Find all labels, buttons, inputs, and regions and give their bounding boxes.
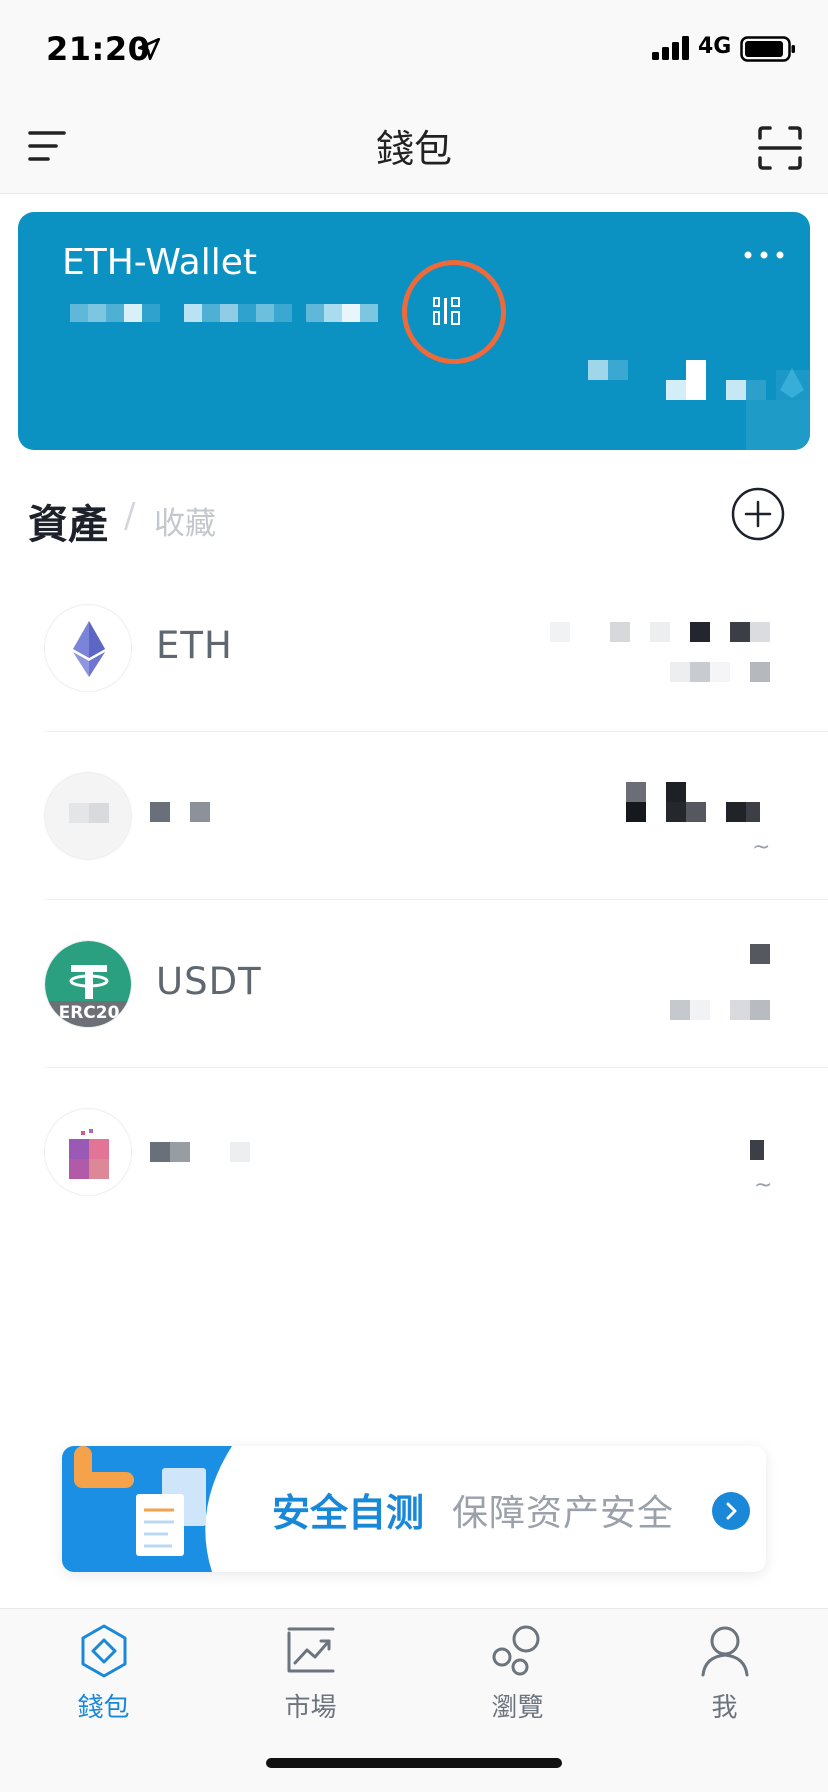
battery-icon xyxy=(740,36,795,62)
asset-balance: ~ xyxy=(750,1140,772,1198)
network-label: 4G xyxy=(698,34,732,59)
assets-header: 資產 / 收藏 xyxy=(0,480,828,560)
erc20-badge: ERC20 xyxy=(58,1003,120,1023)
tab-browse[interactable]: 瀏覽 xyxy=(414,1609,621,1729)
asset-row-usdt[interactable]: ERC20 USDT xyxy=(0,900,828,1068)
wallet-card[interactable]: ETH-Wallet xyxy=(18,212,810,450)
wallet-balance xyxy=(588,360,810,450)
token-icon xyxy=(44,1108,132,1196)
market-chart-icon xyxy=(287,1627,335,1673)
tab-separator: / xyxy=(124,496,136,536)
tab-label: 市場 xyxy=(284,1693,337,1723)
tab-label: 我 xyxy=(711,1693,738,1723)
home-indicator[interactable] xyxy=(266,1758,562,1768)
wallet-name: ETH-Wallet xyxy=(62,242,257,283)
asset-balance: ~ xyxy=(626,782,770,860)
asset-row-token[interactable]: ~ xyxy=(0,1068,828,1236)
banner-subtitle: 保障资产安全 xyxy=(452,1493,675,1534)
asset-balance xyxy=(550,622,770,682)
usdt-erc20-icon: ERC20 xyxy=(44,940,132,1028)
signal-bars-icon xyxy=(652,36,689,60)
token-icon xyxy=(44,772,132,860)
more-icon[interactable] xyxy=(742,248,786,262)
profile-icon xyxy=(701,1626,749,1677)
security-check-banner[interactable]: 安全自测 保障资产安全 xyxy=(62,1446,766,1572)
chevron-right-icon[interactable] xyxy=(712,1492,750,1530)
asset-balance xyxy=(670,944,770,1020)
tab-me[interactable]: 我 xyxy=(621,1609,828,1729)
svg-text:~: ~ xyxy=(754,1173,772,1198)
tab-wallet[interactable]: 錢包 xyxy=(0,1609,207,1729)
location-arrow-icon xyxy=(137,37,161,61)
page-title: 錢包 xyxy=(375,127,452,171)
asset-name: ETH xyxy=(156,624,233,667)
tab-assets[interactable]: 資產 xyxy=(28,492,108,550)
tab-market[interactable]: 市場 xyxy=(207,1609,414,1729)
wallet-icon xyxy=(81,1624,127,1678)
add-asset-icon[interactable] xyxy=(730,486,786,542)
browse-bubbles-icon xyxy=(492,1625,540,1676)
highlight-circle xyxy=(402,260,506,364)
asset-row-eth[interactable]: ETH xyxy=(0,564,828,732)
wallet-address[interactable] xyxy=(70,302,410,326)
banner-title: 安全自测 xyxy=(272,1491,425,1535)
status-bar: 21:20 4G xyxy=(0,0,828,96)
asset-name xyxy=(150,802,210,822)
asset-name xyxy=(150,1142,250,1162)
asset-row-token[interactable]: ~ xyxy=(0,732,828,900)
status-time: 21:20 xyxy=(46,30,151,68)
svg-text:~: ~ xyxy=(752,835,770,860)
eth-icon xyxy=(44,604,132,692)
security-illustration-icon xyxy=(62,1446,232,1572)
asset-name: USDT xyxy=(156,960,262,1003)
tab-label: 瀏覽 xyxy=(491,1693,544,1723)
nav-bar: 錢包 xyxy=(0,96,828,194)
scan-icon[interactable] xyxy=(758,126,802,170)
tab-label: 錢包 xyxy=(77,1693,130,1723)
tab-favorites[interactable]: 收藏 xyxy=(154,498,216,543)
